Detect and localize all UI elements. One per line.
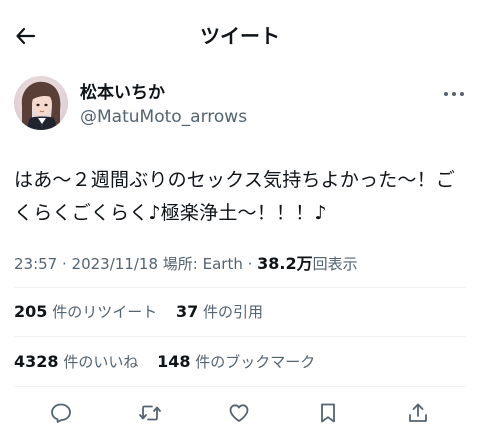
tweet-location: 場所: Earth ·: [158, 255, 258, 273]
divider: [14, 287, 466, 288]
meta-separator: ·: [57, 255, 72, 273]
bookmarks-stat[interactable]: 148 件のブックマーク: [157, 352, 316, 371]
divider: [14, 336, 466, 337]
bookmarks-count: 148: [157, 352, 191, 371]
bookmark-icon: [321, 403, 335, 423]
retweets-label: 件のリツイート: [52, 303, 158, 321]
retweet-button[interactable]: [135, 398, 165, 428]
retweets-count: 205: [14, 302, 48, 321]
author-handle[interactable]: @MatuMoto_arrows: [80, 106, 247, 128]
tweet-time[interactable]: 23:57: [14, 255, 57, 273]
avatar[interactable]: [14, 76, 68, 130]
like-button[interactable]: [224, 398, 254, 428]
tweet-action-bar: [0, 398, 480, 432]
bookmarks-label: 件のブックマーク: [195, 353, 316, 371]
bookmark-button[interactable]: [313, 398, 343, 428]
stats-row-likes: 4328 件のいいね 148 件のブックマーク: [14, 351, 329, 373]
page-title: ツイート: [200, 24, 280, 48]
views-label: 回表示: [312, 255, 358, 273]
share-button[interactable]: [403, 398, 433, 428]
likes-count: 4328: [14, 352, 59, 371]
quotes-stat[interactable]: 37 件の引用: [175, 302, 264, 321]
reply-button[interactable]: [46, 398, 76, 428]
likes-label: 件のいいね: [63, 353, 139, 371]
more-horizontal-icon: [444, 92, 464, 96]
divider: [14, 386, 466, 387]
heart-icon: [229, 404, 249, 422]
avatar-image: [14, 76, 68, 130]
tweet-text: はあ〜２週間ぶりのセックス気持ちよかった〜！ごくらくごくらく♪極楽浄土〜！！！♪: [14, 169, 456, 224]
more-button[interactable]: [440, 86, 468, 102]
top-bar: ツイート: [0, 0, 480, 70]
tweet-meta: 23:57 · 2023/11/18 場所: Earth · 38.2万回表示: [14, 254, 358, 274]
retweet-icon: [139, 405, 161, 421]
comment-icon: [51, 403, 71, 423]
quotes-count: 37: [175, 302, 199, 321]
retweets-stat[interactable]: 205 件のリツイート: [14, 302, 158, 321]
stats-row-retweets: 205 件のリツイート 37 件の引用: [14, 301, 277, 323]
share-icon: [409, 403, 427, 422]
quotes-label: 件の引用: [203, 303, 264, 321]
author-display-name[interactable]: 松本いちか: [80, 82, 165, 104]
tweet-date[interactable]: 2023/11/18: [72, 255, 158, 273]
views-count: 38.2万: [257, 254, 313, 273]
likes-stat[interactable]: 4328 件のいいね: [14, 352, 139, 371]
